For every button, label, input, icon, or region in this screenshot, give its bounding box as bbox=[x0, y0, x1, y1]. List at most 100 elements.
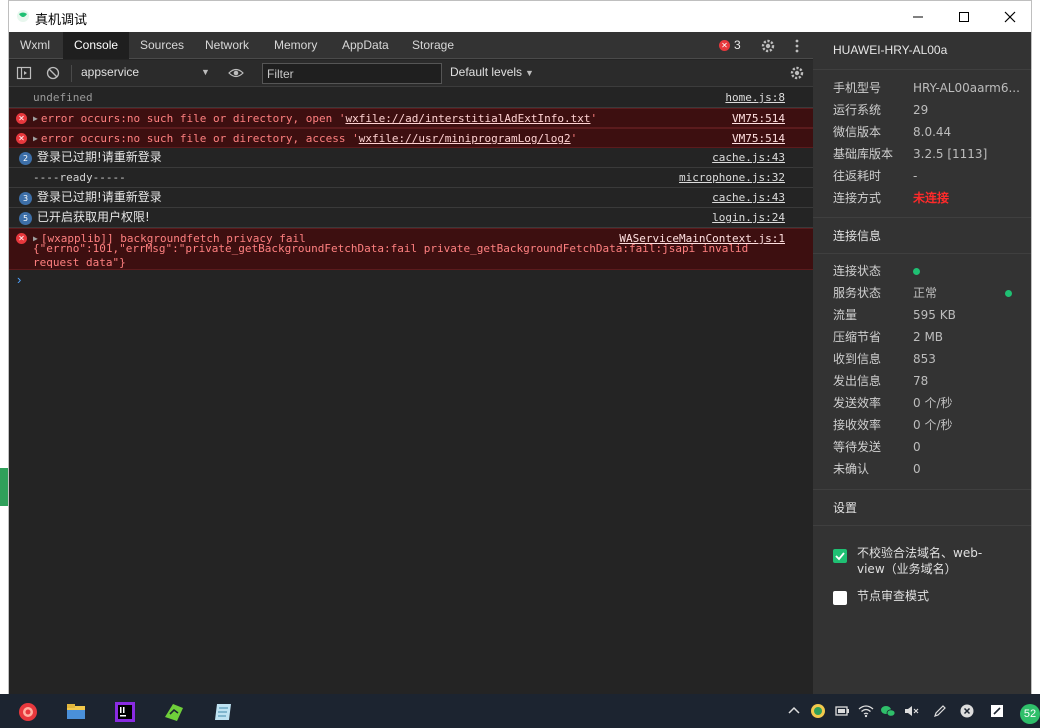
source-link[interactable]: WAServiceMainContext.js:1 bbox=[619, 229, 785, 248]
status-dot-icon bbox=[1005, 290, 1012, 297]
tab-appdata[interactable]: AppData bbox=[331, 32, 400, 59]
info-value: 29 bbox=[913, 103, 929, 117]
error-count: 3 bbox=[734, 38, 741, 52]
tab-wxml[interactable]: Wxml bbox=[9, 32, 61, 59]
remote-debug-window: 真机调试 Wxml Console Sources Network Memory… bbox=[8, 0, 1032, 694]
browser-app-icon[interactable] bbox=[17, 701, 39, 723]
info-row: 手机型号 HRY-AL00aarm6... bbox=[833, 77, 1031, 99]
close-button[interactable] bbox=[987, 1, 1033, 32]
source-link[interactable]: VM75:514 bbox=[732, 109, 785, 128]
context-selector[interactable]: appservice bbox=[81, 65, 139, 79]
section-title-settings: 设置 bbox=[833, 501, 858, 515]
conn-key: 接收效率 bbox=[833, 418, 882, 432]
conn-value: 0 个/秒 bbox=[913, 396, 953, 410]
notepad-icon[interactable] bbox=[212, 701, 234, 723]
conn-row: 压缩节省 2 MB bbox=[833, 326, 1031, 348]
conn-key: 等待发送 bbox=[833, 440, 882, 454]
tab-sources[interactable]: Sources bbox=[129, 32, 195, 59]
console-prompt-row[interactable]: › bbox=[9, 270, 813, 290]
conn-row: 服务状态 正常 bbox=[833, 282, 1031, 304]
file-link[interactable]: wxfile://ad/interstitialAdExtInfo.txt bbox=[345, 112, 590, 125]
tab-console[interactable]: Console bbox=[63, 32, 130, 59]
conn-key: 压缩节省 bbox=[833, 330, 882, 344]
source-link[interactable]: cache.js:43 bbox=[712, 148, 785, 167]
notification-icon[interactable] bbox=[989, 703, 1005, 719]
info-value: 3.2.5 [1113] bbox=[913, 147, 988, 161]
log-levels-dropdown[interactable]: Default levels ▼ bbox=[450, 65, 534, 79]
info-key: 连接方式 bbox=[833, 191, 882, 205]
repeat-count-badge: 5 bbox=[19, 212, 32, 225]
info-key: 微信版本 bbox=[833, 125, 882, 139]
battery-icon[interactable] bbox=[834, 703, 850, 719]
expand-triangle-icon[interactable]: ▶ bbox=[33, 114, 38, 123]
tray-app-icon[interactable] bbox=[810, 703, 826, 719]
skip-domain-check-checkbox[interactable] bbox=[833, 549, 847, 563]
eye-icon[interactable] bbox=[228, 65, 244, 81]
intellij-icon[interactable] bbox=[114, 701, 136, 723]
source-link[interactable]: cache.js:43 bbox=[712, 188, 785, 207]
tab-memory[interactable]: Memory bbox=[263, 32, 328, 59]
close-icon bbox=[1004, 11, 1016, 22]
wechat-tray-icon[interactable] bbox=[880, 703, 896, 719]
settings-gear-icon[interactable] bbox=[760, 38, 776, 54]
repeat-count-badge: 3 bbox=[19, 192, 32, 205]
log-message: 已开启获取用户权限! bbox=[37, 210, 150, 224]
divider bbox=[813, 489, 1031, 490]
error-message[interactable]: ▶ error occurs:no such file or directory,… bbox=[33, 109, 597, 128]
expand-triangle-icon[interactable]: ▶ bbox=[33, 134, 38, 143]
wechat-devtools-taskbar-icon[interactable] bbox=[163, 701, 185, 723]
console-row: 2 登录已过期!请重新登录 cache.js:43 bbox=[9, 148, 813, 168]
console-prompt[interactable]: › bbox=[17, 270, 21, 289]
conn-key: 收到信息 bbox=[833, 352, 882, 366]
error-icon: ✕ bbox=[16, 133, 27, 144]
tab-storage[interactable]: Storage bbox=[401, 32, 465, 59]
error-message[interactable]: ▶ error occurs:no such file or directory,… bbox=[33, 129, 577, 148]
filter-input[interactable] bbox=[262, 63, 442, 84]
taskbar-count-badge[interactable]: 52 bbox=[1020, 704, 1040, 724]
source-link[interactable]: VM75:514 bbox=[732, 129, 785, 148]
node-inspect-checkbox[interactable] bbox=[833, 591, 847, 605]
console-settings-gear-icon[interactable] bbox=[789, 65, 805, 81]
skip-domain-check-label[interactable]: 不校验合法域名、web-view（业务域名） bbox=[857, 545, 1007, 577]
background-green-bar bbox=[0, 468, 8, 506]
source-link[interactable]: microphone.js:32 bbox=[679, 168, 785, 187]
conn-value: 0 bbox=[913, 440, 921, 454]
error-suffix: ' bbox=[570, 132, 578, 145]
chevron-down-icon: ▼ bbox=[525, 68, 534, 78]
info-row: 微信版本 8.0.44 bbox=[833, 121, 1031, 143]
error-suffix: ' bbox=[590, 112, 598, 125]
error-count-badge[interactable]: ✕ 3 bbox=[719, 38, 741, 52]
wifi-icon[interactable] bbox=[858, 703, 874, 719]
console-row-error: ✕ ▶ error occurs:no such file or director… bbox=[9, 108, 813, 128]
error-icon: ✕ bbox=[719, 39, 730, 51]
source-link[interactable]: home.js:8 bbox=[725, 88, 785, 107]
volume-muted-icon[interactable] bbox=[903, 703, 919, 719]
close-circle-icon[interactable] bbox=[959, 703, 975, 719]
file-explorer-icon[interactable] bbox=[65, 701, 87, 723]
source-link[interactable]: login.js:24 bbox=[712, 208, 785, 227]
context-dropdown-icon[interactable]: ▼ bbox=[201, 67, 210, 77]
conn-key: 发出信息 bbox=[833, 374, 882, 388]
more-menu-icon[interactable] bbox=[789, 38, 805, 54]
conn-key: 连接状态 bbox=[833, 264, 882, 278]
clear-console-icon[interactable] bbox=[45, 65, 61, 81]
error-icon: ✕ bbox=[16, 113, 27, 124]
maximize-button[interactable] bbox=[941, 1, 987, 32]
conn-value: 0 bbox=[913, 462, 921, 476]
pen-icon[interactable] bbox=[932, 703, 948, 719]
console-row: ----ready----- microphone.js:32 bbox=[9, 168, 813, 188]
background-app-left bbox=[0, 0, 8, 700]
minimize-button[interactable] bbox=[895, 1, 941, 32]
file-link[interactable]: wxfile://usr/miniprogramLog/log2 bbox=[359, 132, 571, 145]
chevron-up-icon[interactable] bbox=[786, 703, 802, 719]
divider bbox=[813, 69, 1031, 70]
info-row: 运行系统 29 bbox=[833, 99, 1031, 121]
tab-network[interactable]: Network bbox=[194, 32, 260, 59]
node-inspect-label[interactable]: 节点审查模式 bbox=[857, 588, 1007, 604]
info-value: HRY-AL00aarm6... bbox=[913, 81, 1020, 95]
error-prefix: error occurs:no such file or directory, … bbox=[40, 132, 359, 145]
info-key: 基础库版本 bbox=[833, 147, 894, 161]
minimize-icon bbox=[913, 16, 923, 17]
sidebar-toggle-icon[interactable] bbox=[16, 65, 32, 81]
log-message: undefined bbox=[33, 91, 93, 104]
